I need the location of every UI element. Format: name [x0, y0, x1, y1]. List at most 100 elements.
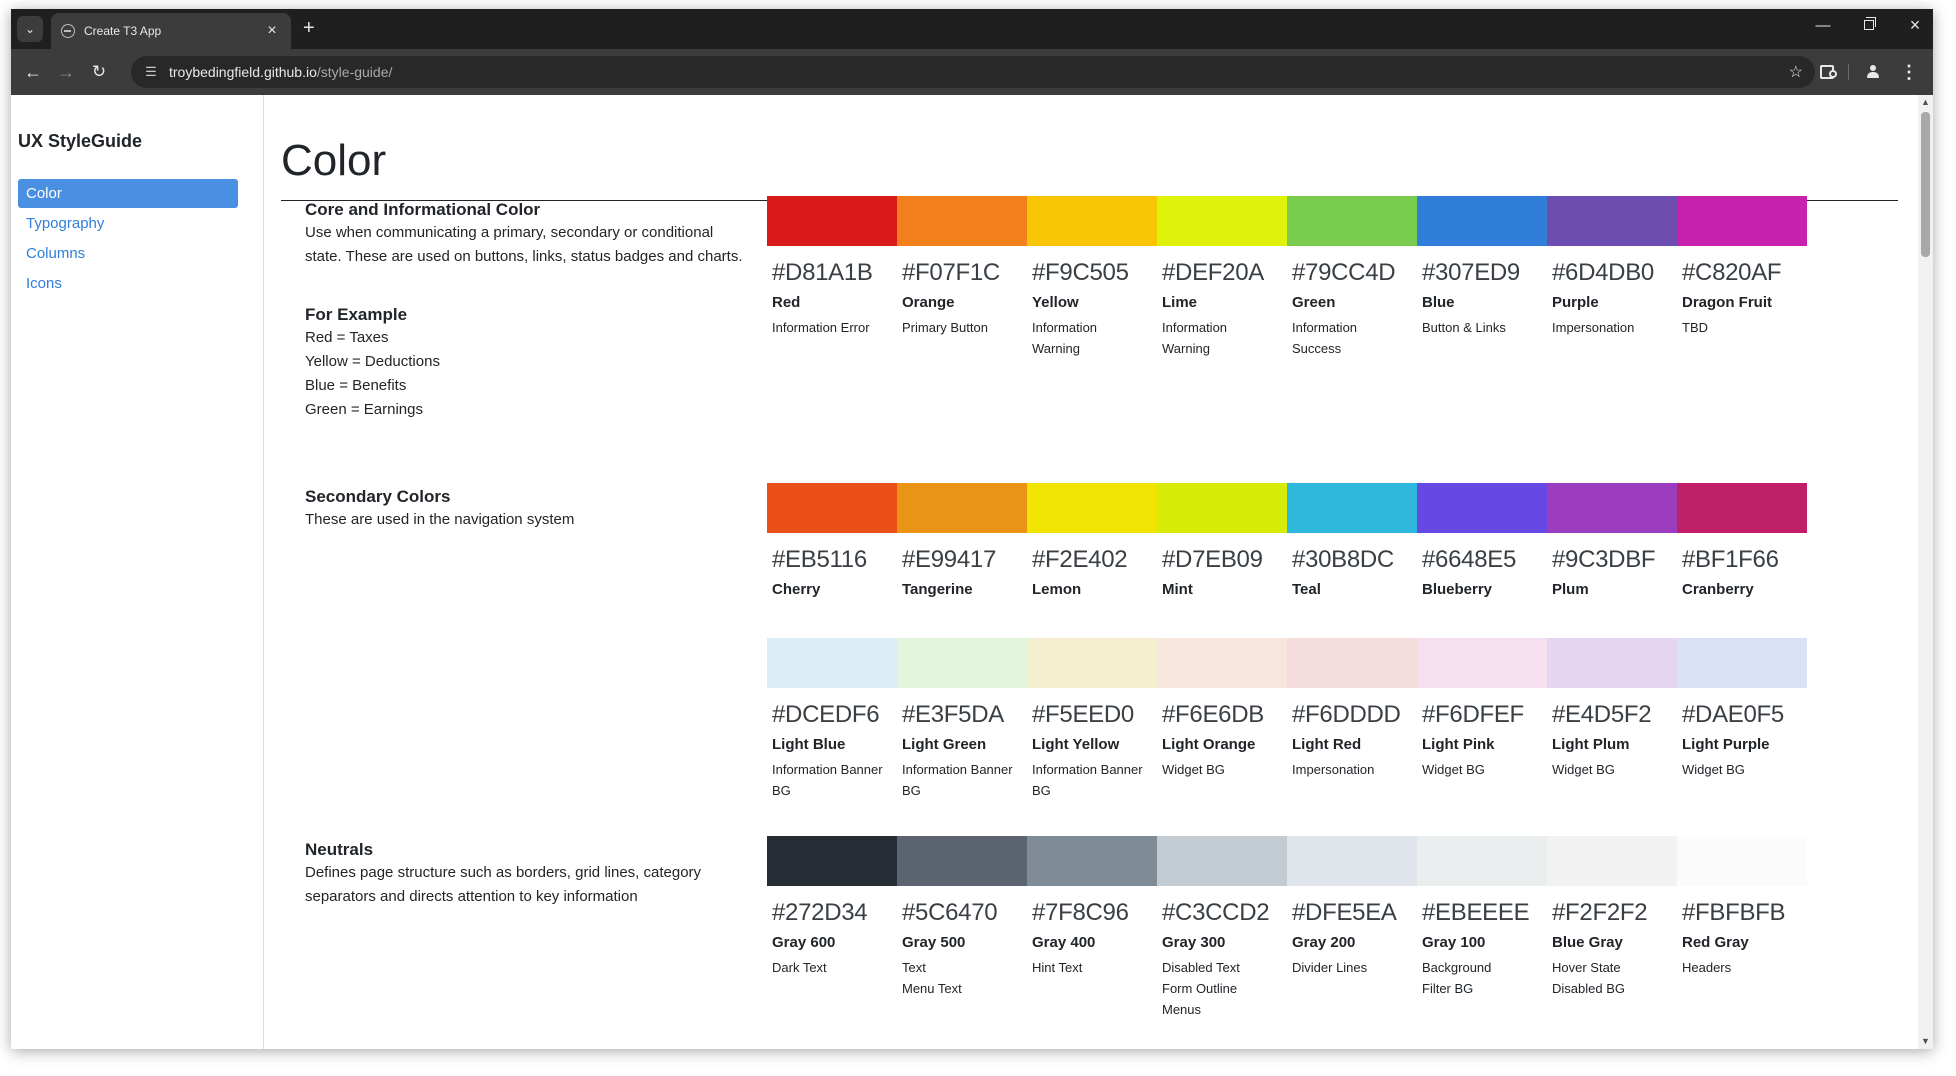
color-swatch: #C3CCD2 Gray 300 Disabled Text Form Outlin… [1157, 836, 1287, 1020]
color-name: Blue Gray [1552, 933, 1623, 951]
star-icon[interactable]: ☆ [1789, 62, 1803, 82]
color-hex: #C3CCD2 [1162, 899, 1270, 926]
reload-icon[interactable]: ↻ [85, 58, 113, 86]
color-chip [1677, 638, 1807, 688]
core-swatch-row: #D81A1B Red Information Error #F07F1C Orange… [767, 196, 1807, 359]
color-chip [1027, 196, 1157, 246]
color-name: Light Red [1292, 735, 1362, 753]
color-swatch: #F5EED0 Light Yellow Information Banner BG [1027, 638, 1157, 801]
color-usage: Hover State Disabled BG [1552, 959, 1625, 996]
color-chip [1287, 483, 1417, 533]
neutrals-section-description: Defines page structure such as borders, … [305, 864, 702, 905]
tab-active[interactable]: Create T3 App × [51, 13, 291, 49]
color-hex: #30B8DC [1292, 546, 1394, 573]
color-usage: Information Banner BG [772, 761, 883, 798]
light-swatch-row: #DCEDF6 Light Blue Information Banner BG #E… [767, 638, 1807, 801]
color-hex: #D81A1B [772, 259, 873, 286]
color-chip [1417, 836, 1547, 886]
color-swatch: #F6DFEF Light Pink Widget BG [1417, 638, 1547, 801]
color-swatch: #DEF20A Lime Information Warning [1157, 196, 1287, 359]
close-icon[interactable]: × [263, 22, 281, 40]
forward-icon[interactable]: → [52, 58, 80, 86]
page-scrollbar[interactable]: ▲ ▼ [1918, 95, 1933, 1049]
window-close-icon[interactable]: × [1892, 9, 1933, 41]
neutrals-swatch-row: #272D34 Gray 600 Dark Text #5C6470 Gray 500 T… [767, 836, 1807, 1020]
sidebar-item-icons[interactable]: Icons [18, 269, 238, 298]
scroll-up-icon[interactable]: ▲ [1918, 95, 1933, 110]
color-hex: #DAE0F5 [1682, 701, 1784, 728]
color-swatch: #9C3DBF Plum [1547, 483, 1677, 599]
color-name: Purple [1552, 293, 1599, 311]
color-swatch: #FBFBFB Red Gray Headers [1677, 836, 1807, 1020]
color-hex: #79CC4D [1292, 259, 1396, 286]
more-icon[interactable]: ⋮ [1895, 58, 1923, 86]
color-chip [767, 638, 897, 688]
maximize-icon[interactable] [1846, 9, 1892, 41]
color-swatch: #F2E402 Lemon [1027, 483, 1157, 599]
color-hex: #E99417 [902, 546, 996, 573]
color-usage: Background Filter BG [1422, 959, 1492, 996]
color-chip [767, 196, 897, 246]
color-name: Blue [1422, 293, 1455, 311]
minimize-icon[interactable]: — [1800, 9, 1846, 41]
color-chip [767, 483, 897, 533]
color-hex: #FBFBFB [1682, 899, 1786, 926]
color-chip [1027, 483, 1157, 533]
url-host: troybedingfield.github.io [169, 64, 317, 80]
sidebar-item-typography[interactable]: Typography [18, 209, 238, 238]
example-item: Blue = Benefits [305, 377, 407, 394]
color-swatch: #79CC4D Green Information Success [1287, 196, 1417, 359]
color-chip [1547, 196, 1677, 246]
color-chip [897, 196, 1027, 246]
color-chip [1157, 196, 1287, 246]
color-swatch: #D7EB09 Mint [1157, 483, 1287, 599]
back-icon[interactable]: ← [19, 58, 47, 86]
color-usage: Button & Links [1422, 319, 1506, 335]
scroll-down-icon[interactable]: ▼ [1918, 1034, 1933, 1049]
sidebar-item-columns[interactable]: Columns [18, 239, 238, 268]
color-usage: Widget BG [1682, 761, 1745, 777]
color-name: Teal [1292, 580, 1321, 598]
address-bar[interactable]: ☰ troybedingfield.github.io/style-guide/… [131, 56, 1815, 88]
site-info-icon[interactable]: ☰ [143, 64, 159, 80]
color-name: Light Plum [1552, 735, 1630, 753]
color-swatch: #DAE0F5 Light Purple Widget BG [1677, 638, 1807, 801]
color-swatch: #272D34 Gray 600 Dark Text [767, 836, 897, 1020]
secondary-section-description: These are used in the navigation system [305, 511, 575, 528]
secondary-section-title: Secondary Colors [305, 487, 451, 506]
color-swatch: #F9C505 Yellow Information Warning [1027, 196, 1157, 359]
color-usage: Information Banner BG [902, 761, 1013, 798]
color-name: Light Green [902, 735, 987, 753]
color-swatch: #E99417 Tangerine [897, 483, 1027, 599]
color-name: Lime [1162, 293, 1198, 311]
color-hex: #F2E402 [1032, 546, 1128, 573]
color-name: Cherry [772, 580, 821, 598]
plus-icon[interactable]: + [303, 17, 315, 39]
tab-search-icon[interactable]: ⌄ [17, 16, 43, 42]
color-swatch: #F6DDDD Light Red Impersonation [1287, 638, 1417, 801]
core-section-description: Use when communicating a primary, second… [305, 224, 743, 265]
color-hex: #D7EB09 [1162, 546, 1263, 573]
color-chip [1157, 836, 1287, 886]
color-swatch: #BF1F66 Cranberry [1677, 483, 1807, 599]
color-chip [1027, 638, 1157, 688]
scroll-thumb[interactable] [1921, 112, 1930, 257]
color-name: Plum [1552, 580, 1589, 598]
example-item: Green = Earnings [305, 401, 423, 418]
color-hex: #F07F1C [902, 259, 1000, 286]
color-name: Gray 400 [1032, 933, 1096, 951]
color-swatch: #307ED9 Blue Button & Links [1417, 196, 1547, 359]
extensions-icon[interactable] [1813, 58, 1841, 86]
color-hex: #F6DDDD [1292, 701, 1401, 728]
profile-icon[interactable] [1859, 58, 1887, 86]
color-swatch: #6D4DB0 Purple Impersonation [1547, 196, 1677, 359]
color-hex: #E3F5DA [902, 701, 1004, 728]
color-hex: #F6E6DB [1162, 701, 1264, 728]
sidebar-item-color[interactable]: Color [18, 179, 238, 208]
brand-title: UX StyleGuide [18, 131, 143, 151]
color-usage: Widget BG [1422, 761, 1485, 777]
color-name: Light Blue [772, 735, 846, 753]
color-swatch: #D81A1B Red Information Error [767, 196, 897, 359]
color-chip [1157, 638, 1287, 688]
color-swatch: #F2F2F2 Blue Gray Hover State Disabled BG [1547, 836, 1677, 1020]
